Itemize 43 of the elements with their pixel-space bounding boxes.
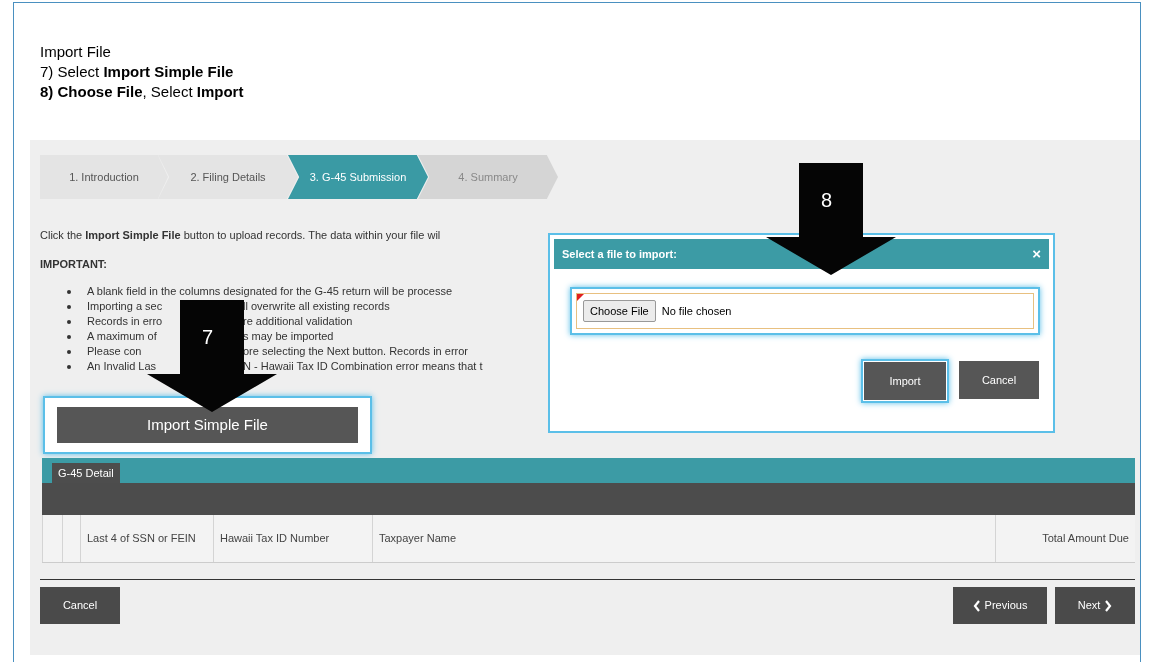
callout-number: 8 [821,188,833,213]
bullet-text: A maximum of [87,330,157,342]
bullet-text: Please con [87,345,142,357]
column-header: Last 4 of SSN or FEIN [80,515,213,562]
callout-number: 7 [202,325,214,350]
bullet-icon [67,289,71,294]
dialog-cancel-button[interactable]: Cancel [959,361,1039,399]
previous-button[interactable]: Previous [953,587,1047,624]
intro-text: Click the Import Simple File button to upload records. The data within your file wil [40,229,441,241]
bullet-icon [67,304,71,309]
chevron-left-icon [972,599,981,612]
important-label: IMPORTANT: [40,257,107,270]
bullet-text: ll overwrite all existing records [243,299,390,314]
bullet-text: s may be imported [243,329,334,344]
wizard-step[interactable]: 1. Introduction [40,155,168,199]
bullet-text: Importing a sec [87,300,163,312]
column-header: Total Amount Due [995,515,1135,562]
bullet-text: A blank field in the columns designated for the G-45 return will be processe [87,284,453,299]
bullet-text: re additional validation [243,314,353,329]
file-input-field[interactable]: Choose File No file chosen [576,293,1034,329]
instruction-text: 7) Select Import Simple File [40,62,235,82]
bullet-icon [67,334,71,339]
chevron-right-icon [1104,599,1113,612]
wizard-step[interactable]: 2. Filing Details [158,155,298,199]
document-title: Import File [40,42,112,62]
dialog-title: Select a file to import: [562,246,677,262]
cancel-button[interactable]: Cancel [40,587,120,624]
choose-file-button[interactable]: Choose File [583,300,656,322]
bullet-icon [67,319,71,324]
file-status: No file chosen [661,303,732,319]
bullet-text: ore selecting the Next button. Records in error [243,344,468,359]
bullet-icon [67,364,71,369]
table-tab[interactable]: G-45 Detail [52,463,120,483]
bullet-text: N - Hawaii Tax ID Combination error means that t [243,359,483,374]
instruction-text: 8) Choose File, Select Import [40,82,245,102]
column-header: Hawaii Tax ID Number [213,515,372,562]
bullet-icon [67,349,71,354]
bullet-text: An Invalid Las [87,360,157,372]
import-simple-file-button[interactable]: Import Simple File [57,407,358,443]
bullet-text: Records in erro [87,315,163,327]
column-header: Taxpayer Name [372,515,995,562]
next-button[interactable]: Next [1055,587,1135,624]
import-button[interactable]: Import [864,362,946,400]
